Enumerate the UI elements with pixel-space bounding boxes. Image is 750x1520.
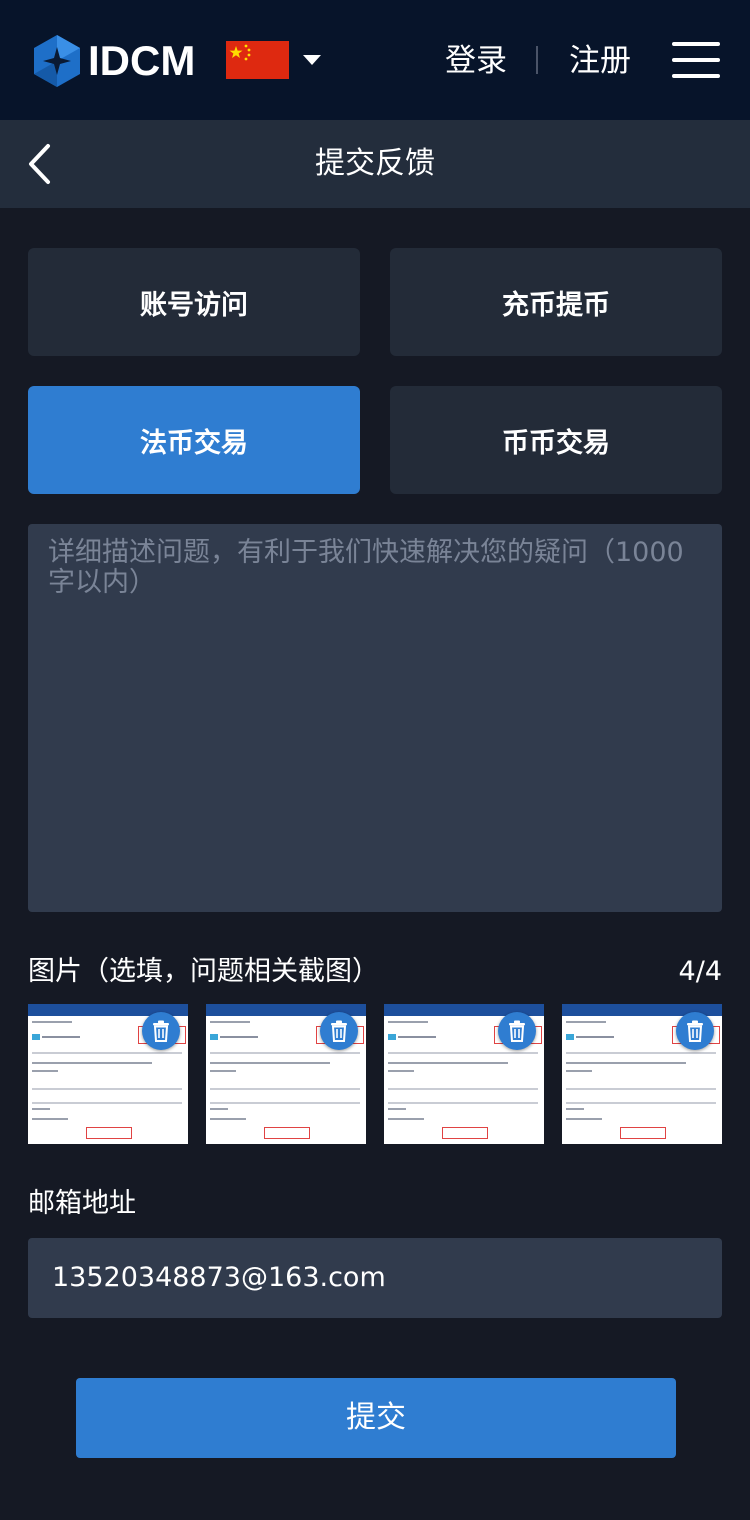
category-fiat-trading-button[interactable]: 法币交易	[28, 386, 360, 494]
brand-name[interactable]: IDCM	[88, 38, 195, 84]
idcm-logo-icon[interactable]	[32, 34, 82, 88]
page-title: 提交反馈	[315, 146, 435, 181]
delete-image-button[interactable]	[142, 1012, 180, 1050]
description-placeholder: 详细描述问题，有利于我们快速解决您的疑问（1000字以内）	[48, 537, 684, 598]
trash-icon	[685, 1020, 705, 1042]
delete-image-button[interactable]	[320, 1012, 358, 1050]
delete-image-button[interactable]	[676, 1012, 714, 1050]
email-label: 邮箱地址	[28, 1188, 136, 1219]
category-account-access-button[interactable]: 账号访问	[28, 248, 360, 356]
trash-icon	[151, 1020, 171, 1042]
header-divider	[536, 46, 538, 74]
china-flag-icon[interactable]	[226, 41, 289, 79]
description-textarea[interactable]: 详细描述问题，有利于我们快速解决您的疑问（1000字以内）	[28, 524, 722, 912]
images-count: 4/4	[678, 956, 722, 987]
images-label: 图片（选填，问题相关截图）	[28, 956, 379, 987]
trash-icon	[329, 1020, 349, 1042]
delete-image-button[interactable]	[498, 1012, 536, 1050]
page-header: 提交反馈	[0, 120, 750, 208]
top-bar: IDCM 登录 注册	[0, 0, 750, 120]
language-dropdown-icon[interactable]	[303, 55, 321, 65]
trash-icon	[507, 1020, 527, 1042]
submit-button[interactable]: 提交	[76, 1378, 676, 1458]
login-link[interactable]: 登录	[445, 42, 507, 80]
register-link[interactable]: 注册	[569, 42, 631, 80]
email-input[interactable]: 13520348873@163.com	[28, 1238, 722, 1318]
category-coin-trading-button[interactable]: 币币交易	[390, 386, 722, 494]
hamburger-menu-icon[interactable]	[672, 42, 720, 78]
category-deposit-withdraw-button[interactable]: 充币提币	[390, 248, 722, 356]
back-arrow-icon[interactable]	[26, 142, 54, 186]
